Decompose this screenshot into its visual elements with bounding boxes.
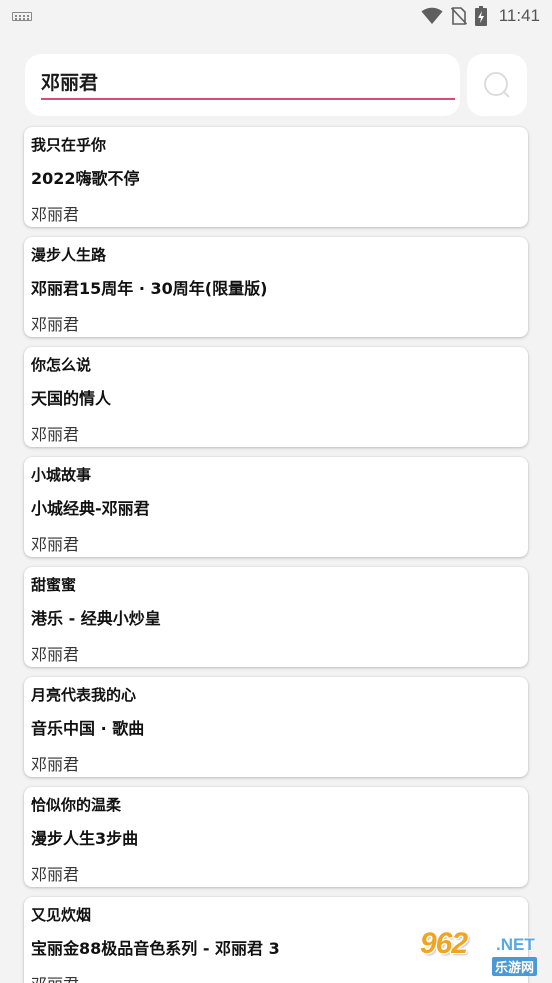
song-card[interactable]: 小城故事 小城经典-邓丽君 邓丽君 [24, 457, 528, 557]
song-title: 又见炊烟 [31, 906, 92, 924]
song-title: 小城故事 [31, 466, 92, 484]
artist-name: 邓丽君 [31, 865, 80, 884]
battery-charging-icon [474, 6, 487, 26]
artist-name: 邓丽君 [31, 645, 80, 664]
search-underline [41, 98, 455, 100]
album-name: 港乐 - 经典小炒皇 [31, 609, 161, 628]
song-card[interactable]: 我只在乎你 2022嗨歌不停 邓丽君 [24, 127, 528, 227]
search-icon [484, 72, 510, 98]
artist-name: 邓丽君 [31, 205, 80, 224]
search-box [25, 54, 460, 116]
keyboard-icon [12, 11, 32, 21]
no-sim-icon [450, 7, 467, 25]
song-card[interactable]: 你怎么说 天国的情人 邓丽君 [24, 347, 528, 447]
song-card[interactable]: 月亮代表我的心 音乐中国 · 歌曲 邓丽君 [24, 677, 528, 777]
artist-name: 邓丽君 [31, 425, 80, 444]
wifi-icon [421, 7, 443, 24]
status-time: 11:41 [498, 6, 540, 25]
album-name: 2022嗨歌不停 [31, 169, 140, 188]
song-title: 漫步人生路 [31, 246, 107, 264]
artist-name: 邓丽君 [31, 971, 79, 983]
album-name: 宝丽金88极品音色系列 - 邓丽君 3 [31, 939, 280, 958]
song-card[interactable]: 又见炊烟 宝丽金88极品音色系列 - 邓丽君 3 邓丽君 [24, 897, 528, 983]
album-name: 邓丽君15周年 · 30周年(限量版) [31, 279, 268, 298]
artist-name: 邓丽君 [31, 535, 80, 554]
song-title: 甜蜜蜜 [31, 576, 77, 594]
song-title: 你怎么说 [31, 356, 92, 374]
song-title: 月亮代表我的心 [31, 686, 137, 704]
song-title: 我只在乎你 [31, 136, 107, 154]
result-list: 我只在乎你 2022嗨歌不停 邓丽君 漫步人生路 邓丽君15周年 · 30周年(… [24, 127, 528, 983]
search-input[interactable] [41, 66, 455, 96]
artist-name: 邓丽君 [31, 755, 80, 774]
song-title: 恰似你的温柔 [31, 796, 122, 814]
song-card[interactable]: 甜蜜蜜 港乐 - 经典小炒皇 邓丽君 [24, 567, 528, 667]
album-name: 音乐中国 · 歌曲 [31, 719, 145, 738]
song-card[interactable]: 漫步人生路 邓丽君15周年 · 30周年(限量版) 邓丽君 [24, 237, 528, 337]
status-bar: 11:41 [0, 0, 552, 32]
album-name: 小城经典-邓丽君 [31, 499, 150, 518]
album-name: 天国的情人 [31, 389, 112, 408]
album-name: 漫步人生3步曲 [31, 829, 139, 848]
artist-name: 邓丽君 [31, 315, 80, 334]
song-card[interactable]: 恰似你的温柔 漫步人生3步曲 邓丽君 [24, 787, 528, 887]
search-button[interactable] [467, 54, 527, 116]
